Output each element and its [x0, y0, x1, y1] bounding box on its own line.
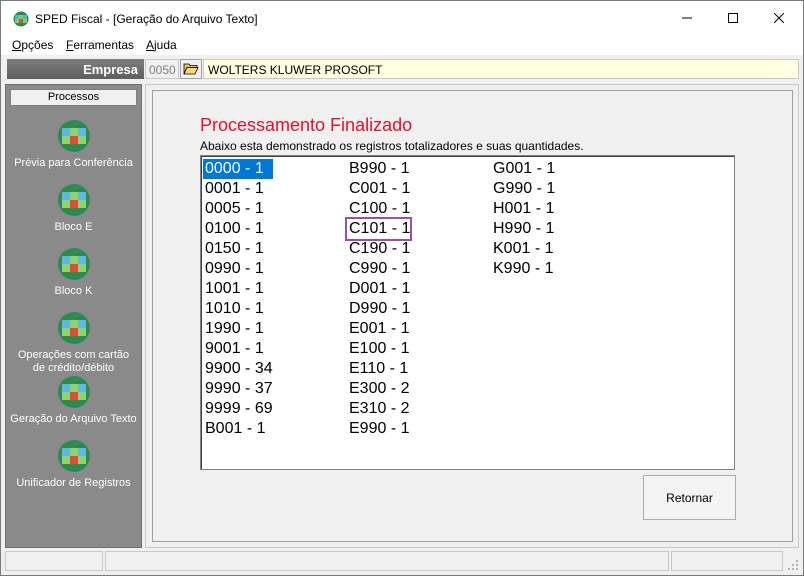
list-item[interactable]: 1010 - 1 — [203, 299, 273, 319]
list-item[interactable]: C100 - 1 — [347, 199, 410, 219]
app-window: SPED Fiscal - [Geração do Arquivo Texto]… — [0, 0, 804, 576]
list-item[interactable]: 0150 - 1 — [203, 239, 273, 259]
close-icon — [774, 13, 784, 23]
list-item[interactable]: E110 - 1 — [347, 359, 410, 379]
sidebar-item-bloco-k[interactable]: Bloco K — [6, 247, 141, 298]
close-button[interactable] — [756, 1, 802, 35]
status-bar — [1, 549, 803, 575]
list-item[interactable]: K001 - 1 — [491, 239, 555, 259]
empresa-name-field: WOLTERS KLUWER PROSOFT — [203, 59, 799, 79]
list-item[interactable]: E310 - 2 — [347, 399, 410, 419]
minimize-button[interactable] — [664, 1, 710, 35]
sped-globe-icon — [57, 248, 90, 280]
list-item[interactable]: E990 - 1 — [347, 419, 410, 439]
empresa-label: Empresa — [7, 59, 144, 79]
sidebar-item-label: Prévia para Conferência — [14, 157, 133, 169]
list-item[interactable]: 0001 - 1 — [203, 179, 273, 199]
window-title: SPED Fiscal - [Geração do Arquivo Texto] — [35, 12, 258, 26]
sidebar-item-label: Bloco K — [54, 285, 93, 297]
list-item[interactable]: 9900 - 34 — [203, 359, 273, 379]
list-item[interactable]: G990 - 1 — [491, 179, 555, 199]
sidebar-item-unificador[interactable]: Unificador de Registros — [6, 439, 141, 490]
minimize-icon — [682, 17, 692, 19]
maximize-button[interactable] — [710, 1, 756, 35]
sped-globe-icon — [57, 184, 90, 216]
list-item[interactable]: E300 - 2 — [347, 379, 410, 399]
menu-bar: Opções Ferramentas Ajuda — [1, 35, 803, 55]
list-item[interactable]: D990 - 1 — [347, 299, 410, 319]
list-item[interactable]: H001 - 1 — [491, 199, 555, 219]
list-item[interactable]: 1001 - 1 — [203, 279, 273, 299]
resize-grip-icon[interactable] — [787, 559, 799, 571]
list-item[interactable]: K990 - 1 — [491, 259, 555, 279]
sidebar-item-bloco-e[interactable]: Bloco E — [6, 183, 141, 234]
list-item[interactable]: H990 - 1 — [491, 219, 555, 239]
sidebar-item-operacoes-cartao[interactable]: Operações com cartão de crédito/débito — [6, 311, 141, 375]
results-column-1: 0000 - 1 0001 - 1 0005 - 1 0100 - 1 0150 - 1… — [202, 158, 274, 439]
list-item[interactable]: E001 - 1 — [347, 319, 410, 339]
list-item[interactable]: C990 - 1 — [347, 259, 410, 279]
title-bar: SPED Fiscal - [Geração do Arquivo Texto] — [1, 1, 803, 35]
sidebar-item-geracao-arquivo[interactable]: Geração do Arquivo Texto — [6, 375, 141, 426]
list-item[interactable]: 0100 - 1 — [203, 219, 273, 239]
list-item[interactable]: 0000 - 1 — [202, 158, 274, 180]
status-cell — [671, 551, 783, 571]
status-cell — [5, 551, 103, 571]
status-cell — [105, 551, 669, 571]
sidebar-item-label: Unificador de Registros — [16, 477, 131, 489]
retornar-button[interactable]: Retornar — [643, 475, 736, 520]
empresa-code-field[interactable]: 0050 — [145, 59, 179, 79]
sped-globe-icon — [57, 376, 90, 408]
list-item[interactable]: 9001 - 1 — [203, 339, 273, 359]
sped-globe-icon — [57, 120, 90, 152]
list-item[interactable]: 9999 - 69 — [203, 399, 273, 419]
sidebar-item-label: Operações com cartão de crédito/débito — [17, 349, 130, 374]
list-item[interactable]: D001 - 1 — [347, 279, 410, 299]
page-subtitle: Abaixo esta demonstrado os registros tot… — [200, 139, 584, 153]
open-folder-button[interactable] — [180, 59, 202, 79]
sidebar-header: Processos — [10, 89, 137, 106]
sidebar-item-previa[interactable]: Prévia para Conferência — [6, 119, 141, 170]
empresa-bar: Empresa 0050 WOLTERS KLUWER PROSOFT — [5, 57, 799, 81]
results-column-2: B990 - 1 C001 - 1 C100 - 1 C101 - 1 C190 - 1… — [344, 159, 413, 439]
menu-opcoes[interactable]: Opções — [12, 38, 53, 52]
menu-ferramentas[interactable]: Ferramentas — [66, 38, 134, 52]
list-item[interactable]: G001 - 1 — [491, 159, 555, 179]
sped-globe-icon — [57, 440, 90, 472]
list-item[interactable]: 1990 - 1 — [203, 319, 273, 339]
results-column-3: G001 - 1 G990 - 1 H001 - 1 H990 - 1 K001 - 1… — [491, 159, 555, 279]
list-item[interactable]: E100 - 1 — [347, 339, 410, 359]
list-item[interactable]: C101 - 1 — [344, 217, 413, 241]
processos-sidebar: Processos Prévia para Conferência Bloco … — [5, 84, 142, 548]
folder-open-icon — [183, 63, 199, 75]
page-title: Processamento Finalizado — [200, 115, 413, 135]
list-item[interactable]: 0005 - 1 — [203, 199, 273, 219]
sped-logo-icon — [13, 11, 29, 27]
menu-ajuda[interactable]: Ajuda — [146, 38, 177, 52]
list-item[interactable]: 9990 - 37 — [203, 379, 273, 399]
sped-globe-icon — [57, 312, 90, 344]
list-item[interactable]: B001 - 1 — [203, 419, 273, 439]
results-list[interactable]: 0000 - 1 0001 - 1 0005 - 1 0100 - 1 0150 - 1… — [200, 155, 735, 470]
list-item[interactable]: C190 - 1 — [347, 239, 410, 259]
sidebar-item-label: Bloco E — [54, 221, 93, 233]
list-item[interactable]: B990 - 1 — [347, 159, 410, 179]
maximize-icon — [728, 13, 738, 23]
list-item[interactable]: C001 - 1 — [347, 179, 410, 199]
list-item[interactable]: 0990 - 1 — [203, 259, 273, 279]
sidebar-item-label: Geração do Arquivo Texto — [10, 413, 137, 425]
